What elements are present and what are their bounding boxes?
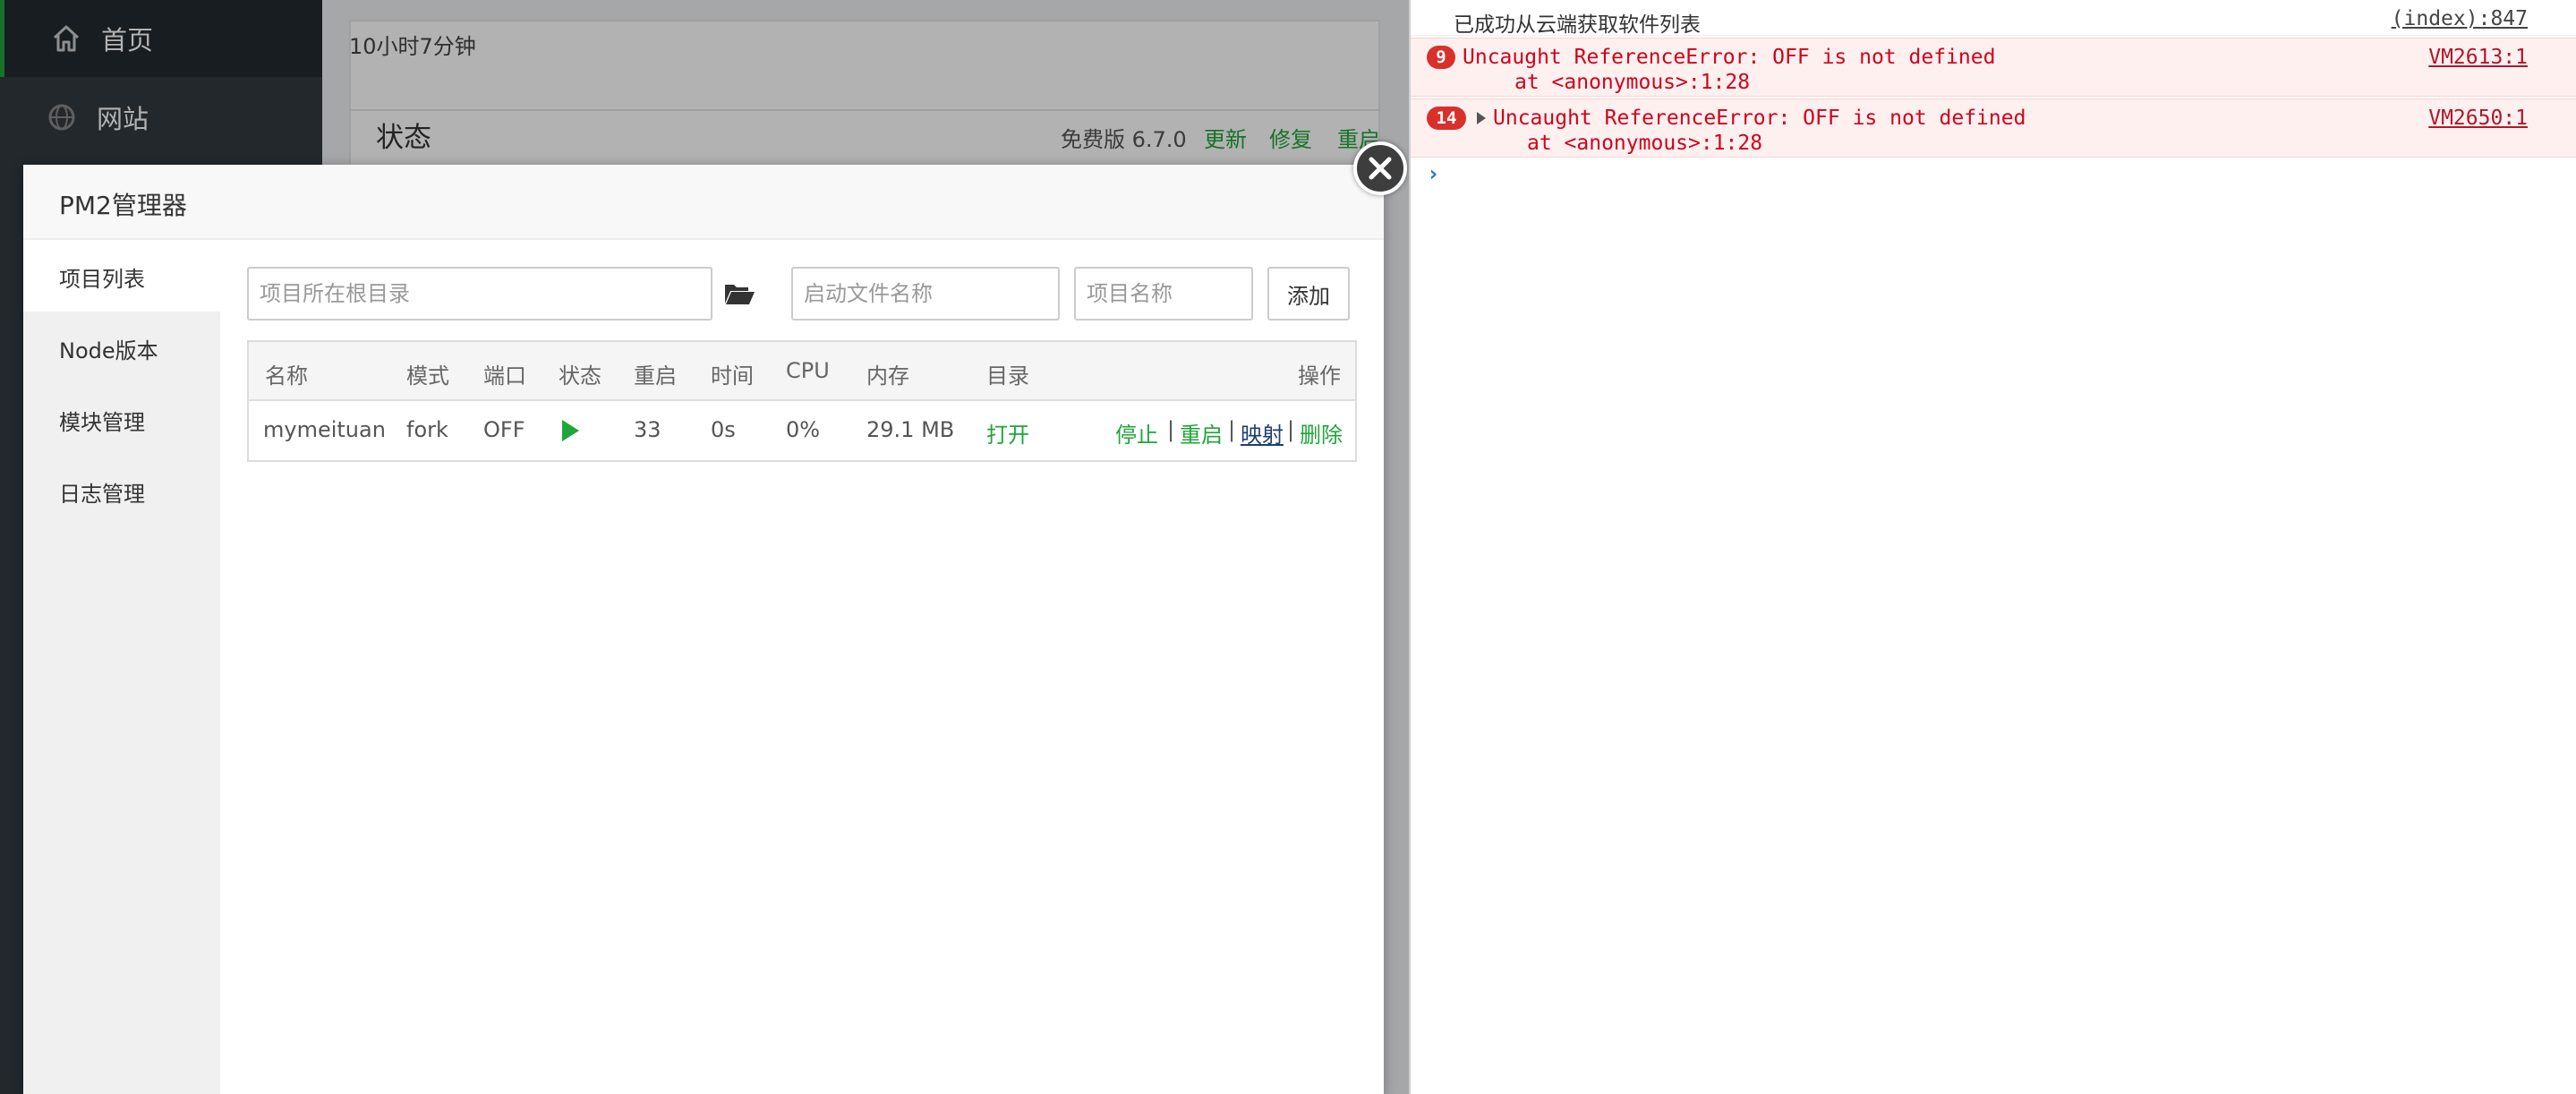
browser-page: 首页 网站 10小时7分钟 状态 免费版 6.7.0 更新 修复 重启 PM2管… [0,0,1409,1094]
table-header: 名称 模式 端口 状态 重启 时间 CPU 内存 目录 操作 [249,342,1355,401]
cell-mode: fork [406,417,448,442]
log-message: 已成功从云端获取软件列表 [1454,13,1701,37]
column-header-directory: 目录 [986,363,1029,389]
project-table: 名称 模式 端口 状态 重启 时间 CPU 内存 目录 操作 mymeituan… [247,340,1357,462]
folder-open-icon[interactable] [723,279,755,306]
column-header-time: 时间 [711,363,754,389]
open-directory-link[interactable]: 打开 [986,417,1029,449]
column-header-actions: 操作 [1298,363,1341,389]
console-prompt[interactable]: › [1427,161,1439,186]
menu-item-project-list[interactable]: 项目列表 [23,240,220,312]
cell-cpu: 0% [786,417,821,442]
console-log-error: 14 Uncaught ReferenceError: OFF is not d… [1411,98,2576,158]
project-root-input[interactable] [247,267,712,321]
error-stack: at <anonymous>:1:28 [1527,132,1763,155]
separator: | [1167,417,1175,442]
error-count-badge: 9 [1427,46,1455,69]
play-icon [562,420,579,441]
menu-item-label: 日志管理 [59,482,145,507]
log-source-link[interactable]: VM2650:1 [2428,107,2528,130]
close-icon [1369,157,1392,180]
menu-item-label: 项目列表 [59,267,145,292]
restart-project-link[interactable]: 重启 [1180,417,1223,449]
log-source-link[interactable]: (index):847 [2392,7,2528,30]
error-stack: at <anonymous>:1:28 [1514,71,1751,94]
separator: | [1228,417,1236,442]
column-header-cpu: CPU [786,358,830,383]
start-file-input[interactable] [791,267,1060,321]
dialog-header: PM2管理器 [23,165,1384,240]
menu-item-log-management[interactable]: 日志管理 [23,455,220,526]
menu-item-node-version[interactable]: Node版本 [23,312,220,383]
mapping-link[interactable]: 映射 [1241,417,1284,449]
column-header-name: 名称 [265,363,308,389]
error-count-badge: 14 [1427,107,1466,130]
menu-item-module-management[interactable]: 模块管理 [23,383,220,455]
column-header-status: 状态 [559,363,601,389]
column-header-mode: 模式 [406,363,449,389]
error-message: Uncaught ReferenceError: OFF is not defi… [1463,46,1996,69]
cell-time: 0s [711,417,736,442]
cell-memory: 29.1 MB [866,417,955,442]
cell-name: mymeituan [263,417,386,442]
cell-port: OFF [483,417,525,442]
stop-link[interactable]: 停止 [1115,417,1158,449]
log-source-link[interactable]: VM2613:1 [2428,46,2528,69]
cell-restarts: 33 [634,417,661,442]
delete-link[interactable]: 删除 [1300,417,1343,449]
project-name-input[interactable] [1074,267,1253,321]
console-log-error: 9 Uncaught ReferenceError: OFF is not de… [1411,38,2576,97]
menu-item-label: Node版本 [59,338,158,363]
devtools-console: 已成功从云端获取软件列表 (index):847 9 Uncaught Refe… [1409,0,2576,1094]
menu-item-label: 模块管理 [59,410,145,435]
separator: | [1287,417,1295,442]
column-header-restarts: 重启 [634,363,677,389]
error-message: Uncaught ReferenceError: OFF is not defi… [1493,107,2026,130]
console-log-info: 已成功从云端获取软件列表 (index):847 [1411,0,2576,37]
close-dialog-button[interactable] [1353,141,1407,195]
column-header-port: 端口 [483,363,526,389]
expand-triangle-icon[interactable] [1477,112,1486,124]
add-button[interactable]: 添加 [1267,267,1350,321]
column-header-memory: 内存 [866,363,909,389]
dialog-title: PM2管理器 [59,191,187,220]
dialog-menu: 项目列表 Node版本 模块管理 日志管理 [23,240,220,1094]
